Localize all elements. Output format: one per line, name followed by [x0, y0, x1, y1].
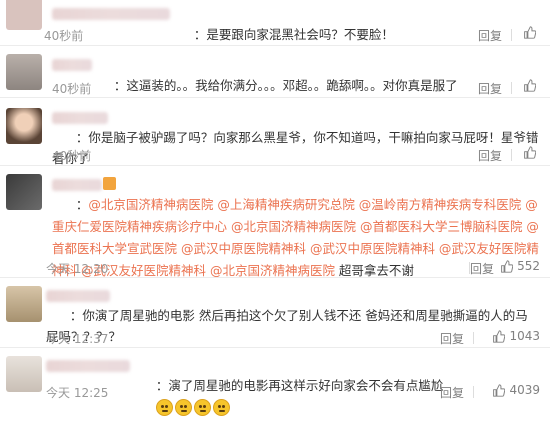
comment-colon: ： — [69, 308, 83, 323]
reply-button[interactable]: 回复 — [440, 384, 464, 401]
divider — [469, 262, 470, 274]
like-button[interactable]: 4039 — [492, 383, 540, 397]
divider — [511, 29, 512, 41]
thumbs-up-icon — [524, 79, 536, 92]
reply-button[interactable]: 回复 — [470, 260, 494, 277]
comment-colon: ： — [75, 130, 89, 145]
like-count: 1043 — [509, 329, 540, 343]
username-blurred[interactable] — [52, 8, 170, 20]
thumbs-up-icon — [501, 259, 514, 273]
comment-colon: ： — [75, 197, 89, 212]
avatar[interactable] — [6, 286, 42, 322]
thumbs-up-icon — [524, 26, 536, 39]
comment-item: ：这逼装的。。我给你满分。。。邓超。。跪舔啊。。对你真是服了 40秒前 回复 — [0, 46, 550, 98]
like-button[interactable] — [523, 146, 540, 159]
awkward-emoji-icon — [193, 399, 211, 416]
reply-button[interactable]: 回复 — [440, 330, 464, 347]
comment-item: ：是要跟向家混黑社会吗？不要脸！ 40秒前 回复 — [0, 0, 550, 46]
comment-item: ：演了周星驰的电影再这样示好向家会不会有点尴尬 今天 12:25 回复 4039 — [0, 348, 550, 416]
comment-text: 这逼装的。。我给你满分。。。邓超。。跪舔啊。。对你真是服了 — [126, 78, 458, 93]
like-button[interactable]: 1043 — [492, 329, 540, 343]
comment-time: 40秒前 — [44, 29, 84, 43]
username-blurred[interactable] — [52, 59, 92, 71]
comment-item: ：你是脑子被驴踢了吗？向家那么黑星爷，你不知道吗，干嘛拍向家马屁呀！星爷错看你了… — [0, 98, 550, 166]
like-button[interactable]: 552 — [500, 259, 540, 273]
like-count: 552 — [517, 259, 540, 273]
mention-links[interactable]: @北京国济精神病医院 @上海精神疾病研究总院 @温岭南方精神疾病专科医院 @重庆… — [52, 197, 539, 278]
comment-list: ：是要跟向家混黑社会吗？不要脸！ 40秒前 回复 ：这逼装的。。我给你满分。。。… — [0, 0, 550, 416]
divider — [511, 149, 512, 161]
reply-button[interactable]: 回复 — [478, 147, 502, 164]
comment-colon: ： — [193, 27, 207, 42]
comment-text: 演了周星驰的电影再这样示好向家会不会有点尴尬 — [168, 378, 444, 393]
comment-colon: ： — [155, 378, 169, 393]
comment-text: 你是脑子被驴踢了吗？向家那么黑星爷，你不知道吗，干嘛拍向家马屁呀！星爷错看你了 — [52, 130, 539, 166]
like-count: 4039 — [509, 383, 540, 397]
avatar[interactable] — [6, 0, 42, 30]
comment-text: 是要跟向家混黑社会吗？不要脸！ — [206, 27, 394, 42]
comment-colon: ： — [113, 78, 127, 93]
avatar[interactable] — [6, 108, 42, 144]
reply-button[interactable]: 回复 — [478, 27, 502, 44]
comment-time: 40秒前 — [52, 82, 92, 96]
comment-item: ：你演了周星驰的电影 然后再拍这个欠了别人钱不还 爸妈还和周星驰撕逼的人的马屁吗… — [0, 278, 550, 348]
comment-time: 今天 12:20 — [46, 262, 109, 276]
comment-item: ：@北京国济精神病医院 @上海精神疾病研究总院 @温岭南方精神疾病专科医院 @重… — [0, 166, 550, 278]
divider — [473, 332, 474, 344]
avatar[interactable] — [6, 54, 42, 90]
comment-text: 超哥拿去不谢 — [334, 263, 414, 278]
comment-time: 40秒前 — [52, 149, 92, 163]
like-button[interactable] — [523, 26, 540, 39]
divider — [473, 386, 474, 398]
awkward-emoji-icon — [155, 399, 173, 416]
comment-time: 今天 12:37 — [46, 332, 109, 346]
comment-time: 今天 12:25 — [46, 386, 109, 400]
like-button[interactable] — [523, 79, 540, 92]
thumbs-up-icon — [524, 146, 536, 159]
avatar[interactable] — [6, 174, 42, 210]
reply-button[interactable]: 回复 — [478, 80, 502, 97]
thumbs-up-icon — [493, 383, 506, 397]
avatar[interactable] — [6, 356, 42, 392]
username-blurred[interactable] — [46, 360, 130, 372]
divider — [511, 82, 512, 94]
thumbs-up-icon — [493, 329, 506, 343]
awkward-emoji-icon — [212, 399, 230, 416]
awkward-emoji-icon — [174, 399, 192, 416]
